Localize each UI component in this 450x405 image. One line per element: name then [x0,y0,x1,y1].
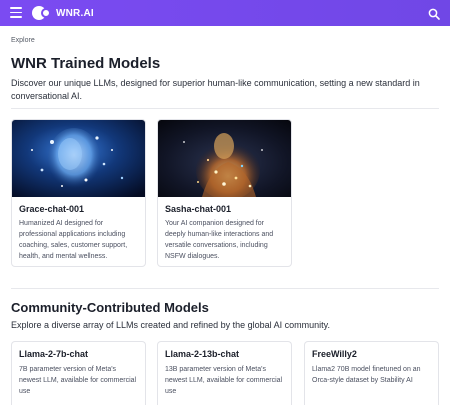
model-card-description: Llama2 70B model finetuned on an Orca-st… [312,366,421,384]
trained-models-description: Discover our unique LLMs, designed for s… [11,78,420,101]
model-card-title: FreeWilly2 [312,349,357,359]
grace-model-image [12,120,145,197]
model-card-llama-2-13b-chat[interactable]: Llama-2-13b-chat 13B parameter version o… [157,341,292,405]
model-card-description: 7B parameter version of Meta's newest LL… [19,366,137,395]
model-card-title: Sasha-chat-001 [165,204,232,214]
search-icon[interactable] [428,7,440,20]
model-card-llama-2-7b-chat[interactable]: Llama-2-7b-chat 7B parameter version of … [11,341,146,405]
model-card-sasha[interactable]: Sasha-chat-001 Your AI companion designe… [157,119,292,267]
section-divider [11,288,439,289]
hamburger-menu-icon[interactable] [10,7,22,19]
sasha-model-image [158,120,291,197]
model-card-description: 13B parameter version of Meta's newest L… [165,366,283,395]
model-card-description: Humanized AI designed for professional a… [19,220,128,260]
breadcrumb[interactable]: Explore [11,37,35,44]
top-navigation-bar: WNR.AI [0,0,450,26]
logo-mark-icon [32,6,52,20]
model-card-freewilly2[interactable]: FreeWilly2 Llama2 70B model finetuned on… [304,341,439,405]
model-card-title: Llama-2-13b-chat [165,349,240,359]
community-models-heading: Community-Contributed Models [11,300,209,315]
community-models-description: Explore a diverse array of LLMs created … [11,320,330,330]
trained-models-heading: WNR Trained Models [11,55,161,72]
brand-logo[interactable]: WNR.AI [32,6,94,20]
model-card-title: Grace-chat-001 [19,204,85,214]
model-card-grace[interactable]: Grace-chat-001 Humanized AI designed for… [11,119,146,267]
brand-name: WNR.AI [56,7,94,19]
section-divider [11,108,439,109]
model-card-description: Your AI companion designed for deeply hu… [165,220,274,260]
model-card-title: Llama-2-7b-chat [19,349,89,359]
